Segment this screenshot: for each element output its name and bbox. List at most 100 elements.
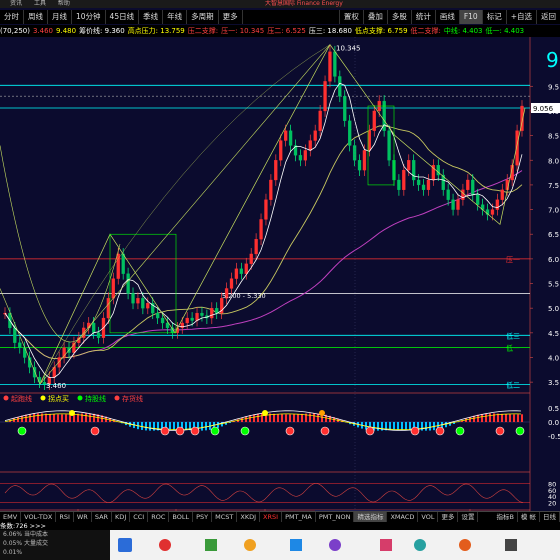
app-icon[interactable] (459, 539, 471, 551)
candle-body[interactable] (249, 253, 253, 264)
browser-icon[interactable] (159, 539, 171, 551)
btn-add-watchlist[interactable]: +自选 (505, 10, 536, 24)
candle-body[interactable] (333, 51, 337, 77)
candle-body[interactable] (318, 110, 322, 131)
period-week[interactable]: 周线 (24, 10, 48, 24)
app-icon[interactable] (329, 539, 341, 551)
period-more[interactable]: 更多 (219, 10, 243, 24)
app-icon[interactable] (380, 539, 392, 551)
signal-marker[interactable] (495, 426, 505, 436)
signal-marker[interactable] (410, 426, 420, 436)
signal-marker[interactable] (262, 410, 268, 416)
candle-body[interactable] (352, 145, 357, 161)
candle-body[interactable] (146, 303, 150, 309)
indicator-tab[interactable]: VOL-TDX (21, 512, 57, 522)
candle-body[interactable] (407, 160, 411, 171)
candle-body[interactable] (126, 273, 130, 294)
candle-body[interactable] (397, 179, 401, 190)
candle-body[interactable] (343, 96, 347, 121)
candle-body[interactable] (254, 239, 258, 255)
btn-draw[interactable]: 画线 (434, 10, 459, 24)
candle-body[interactable] (402, 169, 406, 190)
indicator-tab[interactable]: BOLL (169, 512, 194, 522)
candle-body[interactable] (274, 160, 278, 181)
candle-body[interactable] (387, 130, 391, 161)
indicator-tab[interactable]: 更多 (438, 512, 459, 522)
period-10min[interactable]: 10分钟 (72, 10, 106, 24)
candle-body[interactable] (461, 189, 465, 200)
indicator-tab[interactable]: RSI (56, 512, 74, 522)
candle-body[interactable] (239, 268, 243, 274)
menu-item-tools[interactable]: 工具 (34, 0, 46, 8)
candle-body[interactable] (18, 342, 22, 348)
period-intraday[interactable]: 分时 (0, 10, 24, 24)
candle-body[interactable] (279, 140, 283, 161)
candle-body[interactable] (229, 278, 234, 289)
candle-body[interactable] (23, 347, 27, 358)
candle-body[interactable] (244, 263, 248, 274)
signal-marker[interactable] (319, 410, 325, 416)
candle-body[interactable] (234, 268, 239, 279)
candle-body[interactable] (466, 179, 470, 190)
app-icon[interactable] (244, 539, 256, 551)
menu-item-news[interactable]: 资讯 (10, 0, 22, 8)
candle-body[interactable] (141, 298, 145, 309)
btn-f10[interactable]: F10 (458, 10, 482, 24)
indicator-tab[interactable]: PSY (193, 512, 213, 522)
candle-body[interactable] (328, 51, 332, 82)
indicator-tab[interactable]: PMT_MA (282, 512, 316, 522)
candle-body[interactable] (412, 160, 416, 181)
candle-body[interactable] (136, 298, 140, 304)
candle-body[interactable] (495, 199, 500, 210)
candle-body[interactable] (416, 179, 421, 186)
kline-chart[interactable]: 9.59.08.58.07.57.06.56.05.55.04.54.03.5压… (0, 37, 560, 537)
indicator-tab[interactable]: 精选指标 (354, 512, 388, 522)
candle-body[interactable] (116, 253, 120, 279)
panel-tab[interactable]: 指标B (493, 512, 518, 522)
candle-body[interactable] (200, 312, 204, 316)
candle-body[interactable] (471, 179, 475, 195)
candle-body[interactable] (185, 317, 189, 324)
app-icon[interactable] (414, 539, 426, 551)
candle-body[interactable] (215, 308, 219, 314)
candle-body[interactable] (426, 179, 431, 190)
indicator-tab[interactable]: 设置 (458, 512, 479, 522)
period-month[interactable]: 月线 (48, 10, 72, 24)
indicator-tab[interactable]: EMV (0, 512, 22, 522)
indicator-tab[interactable]: XKDJ (237, 512, 261, 522)
signal-marker[interactable] (175, 426, 185, 436)
btn-overlay[interactable]: 叠加 (362, 10, 387, 24)
indicator-tab[interactable]: SAR (92, 512, 113, 522)
candle-body[interactable] (367, 130, 372, 151)
candle-body[interactable] (421, 184, 426, 190)
indicator-tab[interactable]: ROC (148, 512, 170, 522)
candle-body[interactable] (288, 130, 293, 146)
signal-marker[interactable] (160, 426, 170, 436)
panel-tab[interactable]: 模 帐 (518, 512, 540, 522)
candle-body[interactable] (91, 322, 96, 333)
candle-body[interactable] (264, 199, 268, 220)
candle-body[interactable] (259, 219, 263, 240)
signal-marker[interactable] (365, 426, 375, 436)
candle-body[interactable] (323, 81, 327, 112)
candle-body[interactable] (269, 179, 273, 200)
period-45day[interactable]: 45日线 (106, 10, 140, 24)
signal-marker[interactable] (285, 426, 295, 436)
candle-body[interactable] (165, 322, 170, 329)
candle-body[interactable] (195, 312, 199, 321)
app-icon[interactable] (290, 539, 302, 551)
period-quarter[interactable]: 季线 (139, 10, 164, 24)
signal-marker[interactable] (17, 426, 27, 436)
btn-mark[interactable]: 标记 (481, 10, 506, 24)
indicator-tab[interactable]: KDJ (112, 512, 131, 522)
candle-body[interactable] (210, 308, 214, 319)
btn-adjust[interactable]: 置权 (338, 10, 363, 24)
candle-body[interactable] (308, 140, 312, 151)
menu-item-help[interactable]: 帮助 (58, 0, 70, 8)
indicator-tab[interactable]: XMACD (387, 512, 419, 522)
indicator-tab[interactable]: CCI (130, 512, 149, 522)
candle-body[interactable] (362, 150, 367, 171)
signal-marker[interactable] (90, 426, 100, 436)
indicator-tab[interactable]: PMT_NON (316, 512, 355, 522)
candle-body[interactable] (155, 312, 160, 319)
